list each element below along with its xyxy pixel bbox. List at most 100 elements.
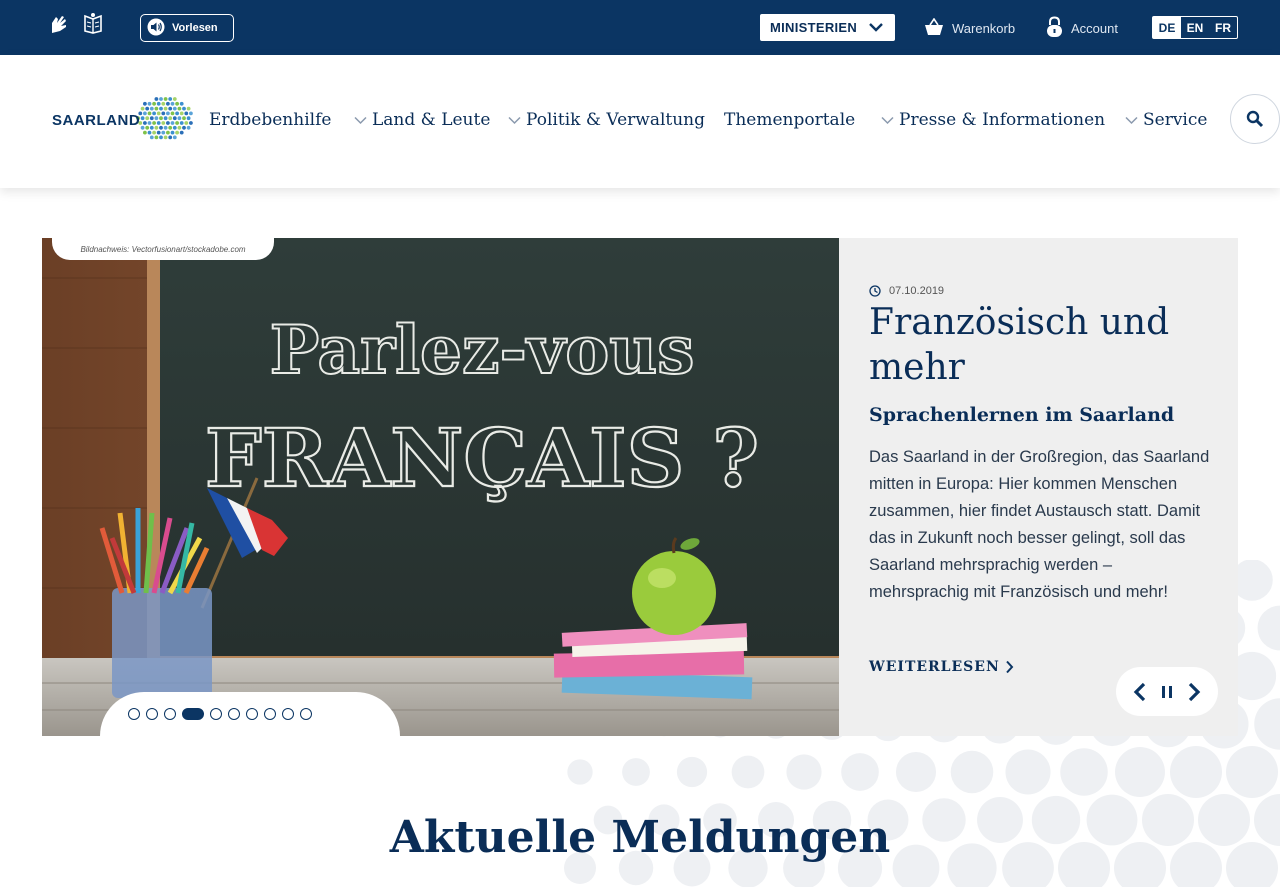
read-more-label: WEITERLESEN [869, 659, 1000, 675]
logo-dot [154, 106, 159, 111]
slide-dot[interactable] [300, 708, 312, 720]
chevron-right-icon [1189, 682, 1201, 701]
nav-item-service[interactable]: Service [1125, 107, 1207, 133]
logo-dot [170, 130, 175, 135]
slide-dot[interactable] [264, 708, 276, 720]
lang-en[interactable]: EN [1181, 17, 1209, 38]
nav-item-erdbebenhilfe[interactable]: Erdbebenhilfe [209, 107, 331, 133]
logo-dot [170, 101, 175, 106]
logo-dot [163, 116, 168, 121]
slide-dot[interactable] [210, 708, 222, 720]
decorative-dot [1115, 747, 1165, 797]
decorative-dot [676, 756, 708, 788]
image-credit: Bildnachweis: Vectorfusionart/stockadobe… [52, 238, 274, 260]
logo-dot [166, 121, 170, 125]
decorative-dot [1226, 746, 1278, 798]
logo-dot [143, 111, 147, 116]
slide-dot[interactable] [164, 708, 176, 720]
logo-dot [161, 130, 166, 135]
next-slide-button[interactable] [1182, 680, 1206, 704]
slide-dot[interactable] [228, 708, 240, 720]
logo-dot [147, 101, 152, 106]
logo-dot [149, 135, 154, 140]
cart-link[interactable]: Warenkorb [924, 15, 1015, 41]
slide-dot[interactable] [146, 708, 158, 720]
slide-dot[interactable] [282, 708, 294, 720]
search-button[interactable] [1230, 94, 1280, 144]
decorative-dot [1060, 748, 1108, 796]
decorative-dot [786, 754, 822, 790]
slide-dot[interactable] [246, 708, 258, 720]
logo-dot [179, 130, 184, 135]
logo-dot [166, 101, 170, 106]
logo-dot [170, 111, 175, 116]
logo-dot [161, 121, 166, 125]
decorative-dot [1170, 746, 1222, 798]
logo-dot [147, 130, 152, 135]
lock-icon [1046, 15, 1063, 41]
nav-item-presse-informationen[interactable]: Presse & Informationen [881, 107, 1105, 133]
logo-dot [149, 125, 154, 130]
top-bar: Vorlesen MINISTERIEN Warenkorb Account D… [0, 0, 1280, 55]
slide-dot-active[interactable] [182, 708, 204, 720]
language-switcher: DE EN FR [1152, 16, 1238, 39]
logo-dot [172, 135, 177, 140]
logo-dot [154, 97, 159, 101]
logo-dot [154, 135, 159, 140]
nav-item-politik-verwaltung[interactable]: Politik & Verwaltung [508, 107, 705, 133]
chevron-down-icon [881, 116, 894, 124]
nav-item-land-leute[interactable]: Land & Leute [354, 107, 490, 133]
slide-subheadline: Sprachenlernen im Saarland [869, 404, 1175, 426]
nav-label: Presse & Informationen [899, 110, 1106, 130]
lang-de[interactable]: DE [1153, 17, 1181, 38]
easy-language-icon[interactable] [82, 11, 104, 35]
logo-dot [143, 130, 147, 135]
logo-dot [186, 125, 191, 130]
decorative-dot [1254, 698, 1280, 750]
logo-dot [143, 101, 147, 106]
read-more-link[interactable]: WEITERLESEN [869, 659, 1014, 675]
logo-dot [145, 116, 150, 121]
logo-dot [143, 121, 147, 125]
decorative-dot [1005, 749, 1051, 795]
slide-body-text: Das Saarland in der Großregion, das Saar… [869, 448, 1210, 601]
pause-icon [1161, 685, 1172, 698]
logo-dot [159, 125, 163, 130]
logo-dot [163, 135, 168, 140]
slide-dot[interactable] [128, 708, 140, 720]
chevron-right-icon [1006, 660, 1014, 674]
sign-language-icon[interactable] [48, 11, 70, 35]
chevron-down-icon [869, 23, 883, 32]
basket-icon [924, 17, 944, 39]
pause-button[interactable] [1155, 680, 1179, 704]
chevron-down-icon [1125, 116, 1138, 124]
ministries-dropdown[interactable]: MINISTERIEN [760, 14, 895, 41]
saarland-logo[interactable]: SAARLAND [50, 95, 195, 145]
logo-dot [179, 111, 184, 116]
logo-dot [156, 121, 161, 125]
logo-dot [182, 106, 186, 111]
nav-item-themenportale[interactable]: Themenportale [724, 107, 855, 133]
search-icon [1246, 110, 1264, 128]
nav-label: Politik & Verwaltung [526, 110, 706, 130]
logo-dot [182, 125, 186, 130]
logo-dot [159, 135, 163, 140]
decorative-dot [1257, 605, 1280, 651]
lang-fr[interactable]: FR [1209, 17, 1237, 38]
chalkboard-line-1: Parlez-vous [270, 311, 695, 389]
logo-dot [175, 121, 179, 125]
previous-slide-button[interactable] [1128, 680, 1152, 704]
logo-dot [147, 111, 152, 116]
logo-dot [168, 135, 173, 140]
logo-dot [166, 111, 170, 116]
date-text: 07.10.2019 [889, 285, 945, 297]
read-aloud-button[interactable]: Vorlesen [140, 14, 234, 42]
logo-dot [168, 125, 173, 130]
slider-controls [1116, 667, 1218, 716]
logo-dot [168, 116, 173, 121]
account-label: Account [1071, 20, 1118, 36]
logo-dot [149, 106, 154, 111]
slide-date: 07.10.2019 [869, 285, 944, 297]
account-link[interactable]: Account [1046, 15, 1118, 41]
logo-dot [140, 125, 145, 130]
